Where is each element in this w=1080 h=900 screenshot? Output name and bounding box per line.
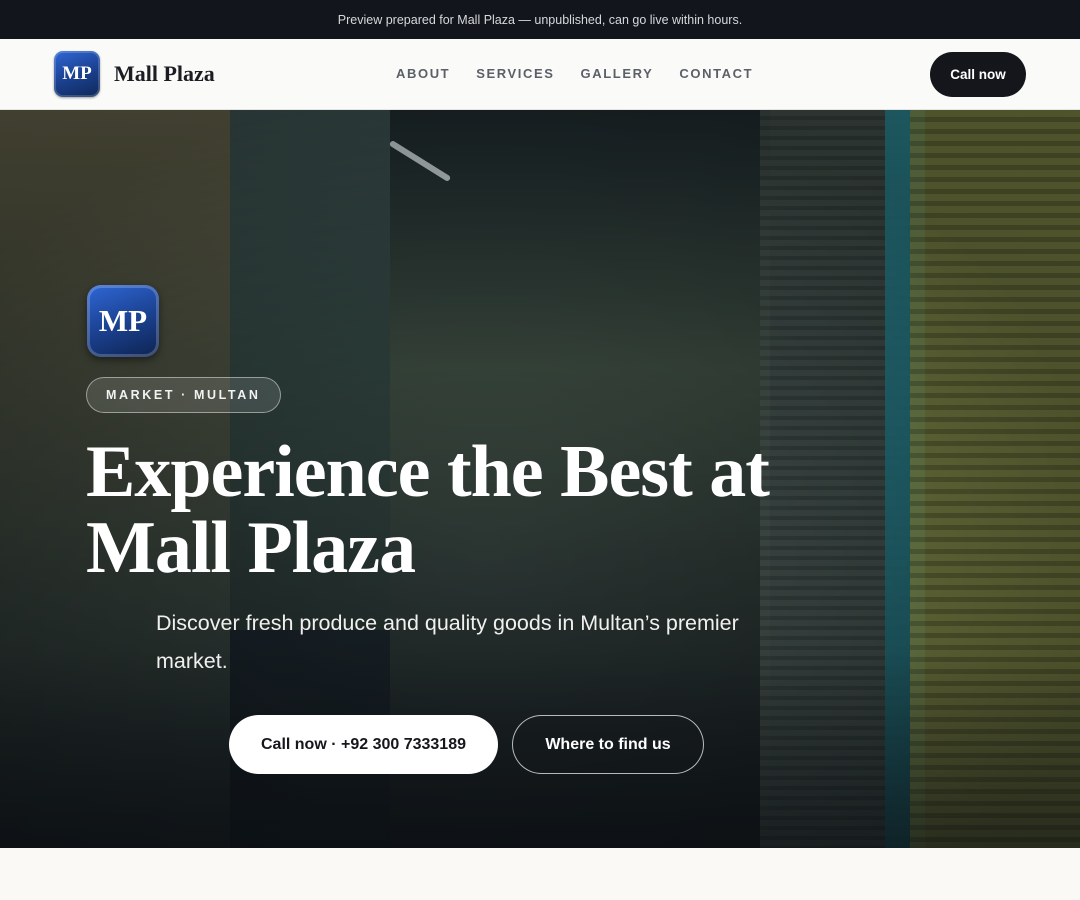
find-us-button[interactable]: Where to find us: [512, 715, 704, 774]
main-menu: ABOUT SERVICES GALLERY CONTACT: [396, 66, 753, 81]
preview-banner-text: Preview prepared for Mall Plaza — unpubl…: [337, 12, 743, 27]
hero-headline: Experience the Best at Mall Plaza: [86, 434, 806, 586]
hero-logo-icon: MP: [87, 285, 159, 357]
nav-link-about[interactable]: ABOUT: [396, 66, 450, 81]
call-phone-button[interactable]: Call now · +92 300 7333189: [229, 715, 498, 774]
call-now-button[interactable]: Call now: [930, 52, 1026, 97]
logo-icon[interactable]: MP: [54, 51, 100, 97]
nav-link-gallery[interactable]: GALLERY: [581, 66, 654, 81]
hero-headline-line1: Experience the Best at: [86, 431, 770, 513]
hero-headline-line2: Mall Plaza: [86, 507, 416, 589]
category-tag: MARKET · MULTAN: [86, 377, 281, 413]
hero-logo-initials: MP: [98, 303, 148, 338]
site-header: MP Mall Plaza ABOUT SERVICES GALLERY CON…: [0, 39, 1080, 110]
hero-subtitle: Discover fresh produce and quality goods…: [156, 611, 739, 673]
preview-banner: Preview prepared for Mall Plaza — unpubl…: [0, 0, 1080, 39]
nav-link-contact[interactable]: CONTACT: [679, 66, 753, 81]
brand-name[interactable]: Mall Plaza: [114, 61, 215, 87]
nav-link-services[interactable]: SERVICES: [476, 66, 554, 81]
hero-section: MP MARKET · MULTAN Experience the Best a…: [0, 110, 1080, 848]
logo-initials: MP: [62, 63, 92, 84]
